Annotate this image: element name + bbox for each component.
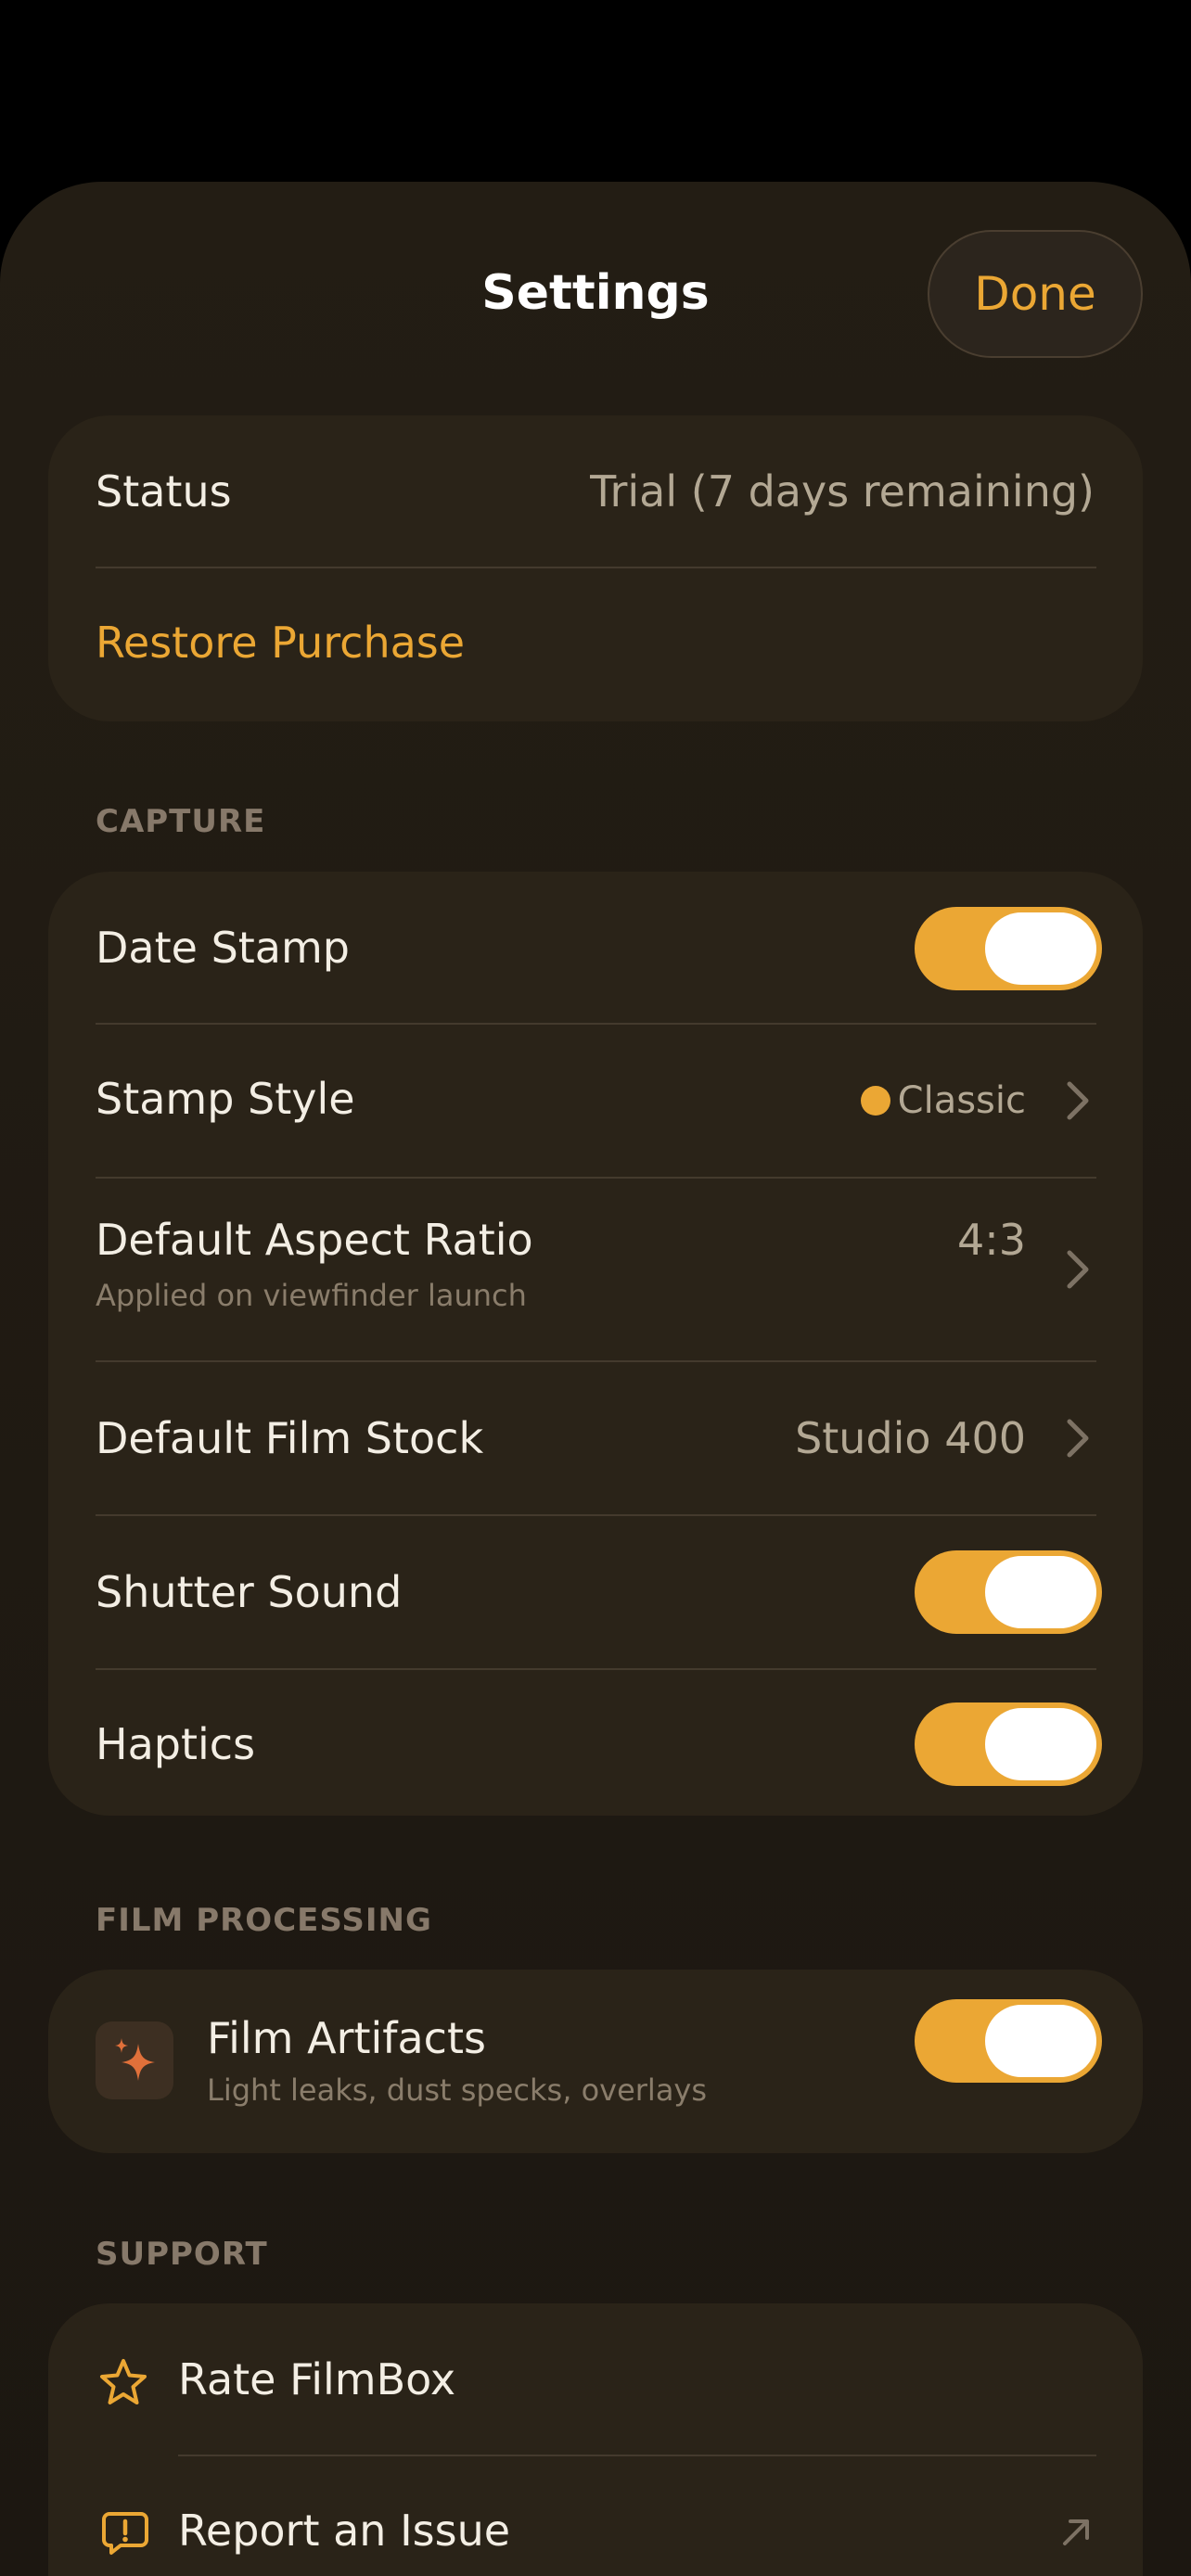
- section-label-film-processing: FILM PROCESSING: [96, 1902, 432, 1939]
- film-processing-card: Film Artifacts Light leaks, dust specks,…: [48, 1970, 1143, 2153]
- date-stamp-row: Date Stamp: [48, 872, 1143, 1024]
- support-card: Rate FilmBox Report an Issue: [48, 2303, 1143, 2576]
- film-artifacts-toggle[interactable]: [915, 1999, 1102, 2083]
- haptics-row: Haptics: [48, 1670, 1143, 1816]
- star-icon: [100, 2359, 147, 2404]
- stamp-color-dot: [861, 1086, 890, 1116]
- rate-filmbox-label: Rate FilmBox: [178, 2354, 456, 2404]
- shutter-sound-toggle[interactable]: [915, 1550, 1102, 1634]
- chevron-right-icon: [1067, 1081, 1089, 1120]
- chevron-right-icon: [1067, 1250, 1089, 1289]
- shutter-sound-row: Shutter Sound: [48, 1516, 1143, 1668]
- external-link-arrow-icon: [1063, 2519, 1089, 2545]
- toggle-knob: [985, 2005, 1096, 2077]
- haptics-label: Haptics: [96, 1719, 256, 1769]
- restore-purchase-row[interactable]: Restore Purchase: [48, 568, 1143, 721]
- film-stock-label: Default Film Stock: [96, 1413, 484, 1463]
- aspect-ratio-row[interactable]: Default Aspect Ratio Applied on viewfind…: [48, 1179, 1143, 1360]
- toggle-knob: [985, 912, 1096, 985]
- toggle-knob: [985, 1556, 1096, 1628]
- chevron-right-icon: [1067, 1419, 1089, 1458]
- film-artifacts-row: Film Artifacts Light leaks, dust specks,…: [48, 1970, 1143, 2153]
- account-card: Status Trial (7 days remaining) Restore …: [48, 415, 1143, 721]
- section-label-capture: CAPTURE: [96, 803, 266, 840]
- haptics-toggle[interactable]: [915, 1702, 1102, 1786]
- film-stock-row[interactable]: Default Film Stock Studio 400: [48, 1362, 1143, 1514]
- stamp-style-value: Classic: [897, 1079, 1026, 1122]
- status-row: Status Trial (7 days remaining): [48, 415, 1143, 567]
- done-button[interactable]: Done: [928, 230, 1143, 358]
- stamp-style-row[interactable]: Stamp Style Classic: [48, 1025, 1143, 1178]
- date-stamp-toggle[interactable]: [915, 907, 1102, 990]
- film-artifacts-subtitle: Light leaks, dust specks, overlays: [207, 2072, 708, 2108]
- report-issue-row[interactable]: Report an Issue: [48, 2456, 1143, 2576]
- aspect-ratio-label: Default Aspect Ratio: [96, 1215, 533, 1265]
- shutter-sound-label: Shutter Sound: [96, 1567, 403, 1617]
- aspect-ratio-subtitle: Applied on viewfinder launch: [96, 1278, 527, 1313]
- rate-filmbox-row[interactable]: Rate FilmBox: [48, 2303, 1143, 2455]
- film-stock-value: Studio 400: [795, 1413, 1026, 1463]
- toggle-knob: [985, 1708, 1096, 1780]
- stamp-style-label: Stamp Style: [96, 1074, 355, 1124]
- section-label-support: SUPPORT: [96, 2236, 268, 2273]
- report-issue-label: Report an Issue: [178, 2506, 511, 2556]
- capture-card: Date Stamp Stamp Style Classic Default A…: [48, 872, 1143, 1816]
- sparkles-icon: [96, 2021, 173, 2099]
- exclamation-bubble-icon: [102, 2512, 148, 2555]
- settings-sheet: Settings Done Status Trial (7 days remai…: [0, 182, 1191, 2576]
- status-value: Trial (7 days remaining): [590, 466, 1095, 516]
- film-artifacts-label: Film Artifacts: [207, 2013, 486, 2063]
- date-stamp-label: Date Stamp: [96, 923, 351, 973]
- status-label: Status: [96, 466, 232, 516]
- restore-purchase-button[interactable]: Restore Purchase: [96, 617, 465, 669]
- aspect-ratio-value: 4:3: [956, 1215, 1026, 1265]
